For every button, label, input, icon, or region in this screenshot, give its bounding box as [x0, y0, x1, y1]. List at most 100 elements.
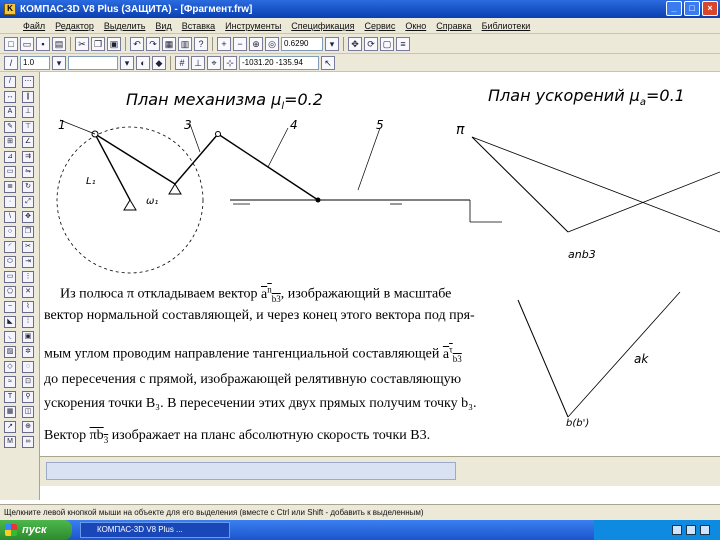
aux-line-icon[interactable]: ⋯: [22, 76, 34, 88]
ortho-icon[interactable]: ⊥: [191, 55, 205, 70]
move-icon[interactable]: ✥: [22, 211, 34, 223]
zoom-out-icon[interactable]: −: [233, 36, 247, 51]
delete-icon[interactable]: ✕: [22, 286, 34, 298]
spline-icon[interactable]: ~: [4, 301, 16, 313]
array-icon[interactable]: ⁞: [22, 316, 34, 328]
show-all-icon[interactable]: ▢: [380, 36, 394, 51]
geometry-icon[interactable]: /: [4, 76, 16, 88]
layer-state-icon[interactable]: ◐: [136, 55, 150, 70]
scale-icon[interactable]: ⤢: [22, 196, 34, 208]
menu-file[interactable]: Файл: [18, 21, 50, 31]
perpendicular-icon[interactable]: ⊥: [22, 106, 34, 118]
color-icon[interactable]: ◆: [152, 55, 166, 70]
menu-libraries[interactable]: Библиотеки: [477, 21, 536, 31]
segment-icon[interactable]: \: [4, 211, 16, 223]
dropdown-icon[interactable]: ▾: [120, 55, 134, 70]
maximize-button[interactable]: □: [684, 1, 700, 16]
close-button[interactable]: ×: [702, 1, 718, 16]
minimize-button[interactable]: _: [666, 1, 682, 16]
extend-icon[interactable]: ⇥: [22, 256, 34, 268]
view-icon[interactable]: ◫: [22, 406, 34, 418]
properties-icon[interactable]: ▦: [162, 36, 176, 51]
explode-icon[interactable]: ✲: [22, 346, 34, 358]
network-icon[interactable]: [672, 525, 682, 535]
undo-icon[interactable]: ↶: [130, 36, 144, 51]
equidistant-icon[interactable]: ≈: [4, 376, 16, 388]
tangent-icon[interactable]: ⊤: [22, 121, 34, 133]
security-icon[interactable]: [700, 525, 710, 535]
circle-icon[interactable]: ○: [4, 226, 16, 238]
volume-icon[interactable]: [686, 525, 696, 535]
zoom-scale-field[interactable]: 0.6290: [281, 36, 323, 51]
copy-obj-icon[interactable]: ❐: [22, 226, 34, 238]
constraint-icon[interactable]: ⊡: [22, 376, 34, 388]
print-icon[interactable]: ▤: [52, 36, 66, 51]
menu-insert[interactable]: Вставка: [177, 21, 220, 31]
rectangle-icon[interactable]: ▭: [4, 271, 16, 283]
measure-icon[interactable]: ⊿: [4, 151, 16, 163]
layer-icon[interactable]: ≡: [396, 36, 410, 51]
dropdown-icon[interactable]: ▾: [52, 55, 66, 70]
spec-icon[interactable]: ≣: [4, 181, 16, 193]
text-icon[interactable]: T: [4, 391, 16, 403]
step-field[interactable]: 1.0: [20, 55, 50, 70]
menu-service[interactable]: Сервис: [360, 21, 401, 31]
copy-icon[interactable]: ❐: [91, 36, 105, 51]
cut-icon[interactable]: ✂: [75, 36, 89, 51]
bisector-icon[interactable]: ∠: [22, 136, 34, 148]
style-icon[interactable]: /: [4, 55, 18, 70]
drawing-canvas[interactable]: План механизма μl=0.2 План ускорений μa=…: [40, 72, 720, 456]
cursor-icon[interactable]: ↖: [321, 55, 335, 70]
rotate-icon[interactable]: ↻: [22, 181, 34, 193]
break-icon[interactable]: ⋮: [22, 271, 34, 283]
hatch-icon[interactable]: ▨: [4, 346, 16, 358]
grid-icon[interactable]: #: [175, 55, 189, 70]
offset-icon[interactable]: ⇉: [22, 151, 34, 163]
library-icon[interactable]: ▥: [178, 36, 192, 51]
new-file-icon[interactable]: □: [4, 36, 18, 51]
leader-icon[interactable]: ↗: [4, 421, 16, 433]
paste-icon[interactable]: ▣: [107, 36, 121, 51]
insert-icon[interactable]: ⊕: [22, 421, 34, 433]
mirror-icon[interactable]: ⇋: [22, 166, 34, 178]
notation-icon[interactable]: A: [4, 106, 16, 118]
parallel-icon[interactable]: ∥: [22, 91, 34, 103]
ref-icon[interactable]: ∞: [22, 436, 34, 448]
snap-icon[interactable]: ⌖: [207, 55, 221, 70]
hide-icon[interactable]: ◌: [22, 361, 34, 373]
local-cs-icon[interactable]: ⊹: [223, 55, 237, 70]
zoom-window-icon[interactable]: ⊕: [249, 36, 263, 51]
polygon-icon[interactable]: ⬠: [4, 286, 16, 298]
fix-icon[interactable]: ⚲: [22, 391, 34, 403]
layer-field[interactable]: [68, 55, 118, 70]
menu-view[interactable]: Вид: [150, 21, 176, 31]
contour-icon[interactable]: ◇: [4, 361, 16, 373]
refresh-icon[interactable]: ⟳: [364, 36, 378, 51]
menu-specification[interactable]: Спецификация: [286, 21, 359, 31]
zoom-in-icon[interactable]: +: [217, 36, 231, 51]
help-icon[interactable]: ?: [194, 36, 208, 51]
taskbar-item-kompas[interactable]: КОМПАС-3D V8 Plus ...: [80, 522, 230, 538]
menu-edit[interactable]: Редактор: [50, 21, 99, 31]
dropdown-icon[interactable]: ▾: [325, 36, 339, 51]
table-icon[interactable]: ▦: [4, 406, 16, 418]
edit-icon[interactable]: ✎: [4, 121, 16, 133]
chamfer-icon[interactable]: ◣: [4, 316, 16, 328]
redo-icon[interactable]: ↷: [146, 36, 160, 51]
deform-icon[interactable]: ⌇: [22, 301, 34, 313]
menu-help[interactable]: Справка: [431, 21, 476, 31]
parametrization-icon[interactable]: ⊞: [4, 136, 16, 148]
menu-tools[interactable]: Инструменты: [220, 21, 286, 31]
menu-window[interactable]: Окно: [400, 21, 431, 31]
properties-field[interactable]: [46, 462, 456, 480]
dimensions-icon[interactable]: ↔: [4, 91, 16, 103]
trim-icon[interactable]: ✂: [22, 241, 34, 253]
ellipse-icon[interactable]: ⬭: [4, 256, 16, 268]
start-button[interactable]: пуск: [0, 520, 72, 540]
save-icon[interactable]: ▪: [36, 36, 50, 51]
zoom-fit-icon[interactable]: ◎: [265, 36, 279, 51]
point-icon[interactable]: ·: [4, 196, 16, 208]
open-file-icon[interactable]: ▭: [20, 36, 34, 51]
fillet-icon[interactable]: ◟: [4, 331, 16, 343]
select-icon[interactable]: ▭: [4, 166, 16, 178]
